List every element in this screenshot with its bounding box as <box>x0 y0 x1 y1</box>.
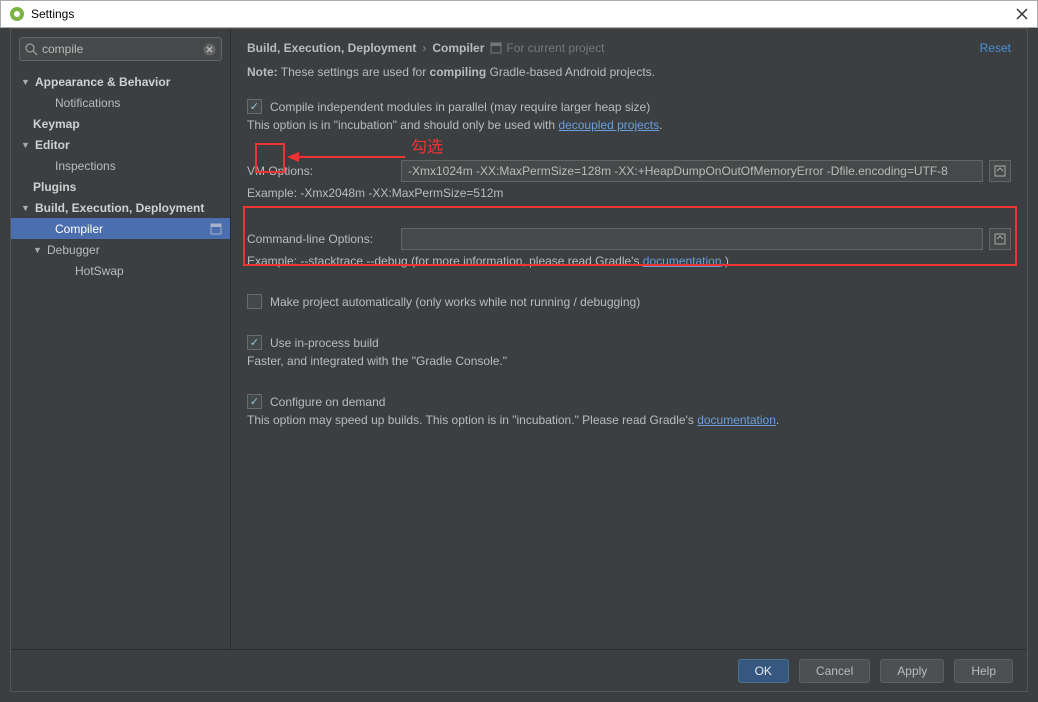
tree-item-label: Plugins <box>33 180 76 194</box>
configure-on-demand-row: Configure on demand <box>247 394 1011 409</box>
decoupled-projects-link[interactable]: decoupled projects <box>558 118 659 132</box>
cli-options-label: Command-line Options: <box>247 232 395 246</box>
help-button[interactable]: Help <box>954 659 1013 683</box>
breadcrumb-sep: › <box>422 41 426 55</box>
configure-on-demand-label: Configure on demand <box>270 395 385 409</box>
tree-item[interactable]: ▼ Appearance & Behavior <box>11 71 230 92</box>
breadcrumb-seg2: Compiler <box>432 41 484 55</box>
tree-item[interactable]: HotSwap <box>11 260 230 281</box>
footer: OK Cancel Apply Help <box>11 649 1027 691</box>
tree-item-label: Notifications <box>55 96 120 110</box>
compile-parallel-checkbox[interactable] <box>247 99 262 114</box>
chevron-down-icon: ▼ <box>33 245 43 255</box>
vm-options-input[interactable] <box>401 160 983 182</box>
tree-item[interactable]: Inspections <box>11 155 230 176</box>
breadcrumb-scope: For current project <box>490 41 604 55</box>
search-input[interactable] <box>42 42 197 56</box>
tree-item[interactable]: ▼ Build, Execution, Deployment <box>11 197 230 218</box>
reset-link[interactable]: Reset <box>980 41 1011 55</box>
app-icon <box>9 6 25 22</box>
sidebar: ▼ Appearance & Behavior Notifications Keyma… <box>11 29 231 649</box>
breadcrumb-seg1: Build, Execution, Deployment <box>247 41 416 55</box>
chevron-down-icon: ▼ <box>21 203 31 213</box>
expand-icon <box>994 233 1006 245</box>
gradle-docs-link[interactable]: documentation <box>643 254 722 268</box>
tree-item[interactable]: Keymap <box>11 113 230 134</box>
inprocess-checkbox[interactable] <box>247 335 262 350</box>
configure-on-demand-sub: This option may speed up builds. This op… <box>247 413 1011 427</box>
settings-window: ▼ Appearance & Behavior Notifications Keyma… <box>10 28 1028 692</box>
tree-item-label: Keymap <box>33 117 80 131</box>
vm-options-example: Example: -Xmx2048m -XX:MaxPermSize=512m <box>247 186 1011 200</box>
tree-item[interactable]: ▼ Debugger <box>11 239 230 260</box>
main-panel: Build, Execution, Deployment › Compiler … <box>231 29 1027 649</box>
vm-options-expand-button[interactable] <box>989 160 1011 182</box>
inprocess-label: Use in-process build <box>270 336 379 350</box>
breadcrumb: Build, Execution, Deployment › Compiler … <box>247 41 1011 55</box>
cancel-button[interactable]: Cancel <box>799 659 870 683</box>
vm-options-label: VM Options: <box>247 164 395 178</box>
tree-item-label: Build, Execution, Deployment <box>35 201 204 215</box>
titlebar: Settings <box>0 0 1038 28</box>
make-auto-row: Make project automatically (only works w… <box>247 294 1011 309</box>
tree-item[interactable]: ▼ Editor <box>11 134 230 155</box>
cli-options-expand-button[interactable] <box>989 228 1011 250</box>
tree-item[interactable]: Compiler <box>11 218 230 239</box>
make-auto-checkbox[interactable] <box>247 294 262 309</box>
tree-item-label: Editor <box>35 138 70 152</box>
tree-item-label: HotSwap <box>75 264 124 278</box>
tree-item-label: Appearance & Behavior <box>35 75 170 89</box>
vm-options-row: VM Options: <box>247 160 1011 182</box>
window-title: Settings <box>31 7 74 21</box>
inprocess-row: Use in-process build <box>247 335 1011 350</box>
compile-parallel-label: Compile independent modules in parallel … <box>270 100 650 114</box>
search-icon <box>24 42 39 57</box>
chevron-down-icon: ▼ <box>21 140 31 150</box>
tree-item-label: Debugger <box>47 243 100 257</box>
inprocess-sub: Faster, and integrated with the "Gradle … <box>247 354 1011 368</box>
compile-parallel-row: Compile independent modules in parallel … <box>247 99 1011 114</box>
apply-button[interactable]: Apply <box>880 659 944 683</box>
tree-item[interactable]: Plugins <box>11 176 230 197</box>
tree-item-label: Compiler <box>55 222 103 236</box>
tree-item-label: Inspections <box>55 159 116 173</box>
expand-icon <box>994 165 1006 177</box>
tree-item[interactable]: Notifications <box>11 92 230 113</box>
cli-options-row: Command-line Options: <box>247 228 1011 250</box>
gradle-docs-link-2[interactable]: documentation <box>697 413 776 427</box>
clear-icon[interactable] <box>202 42 217 57</box>
note-line: Note: These settings are used for compil… <box>247 65 1011 79</box>
compile-parallel-sub: This option is in "incubation" and shoul… <box>247 118 1011 132</box>
make-auto-label: Make project automatically (only works w… <box>270 295 640 309</box>
settings-tree[interactable]: ▼ Appearance & Behavior Notifications Keyma… <box>11 67 230 649</box>
search-field[interactable] <box>19 37 222 61</box>
scope-icon <box>490 42 502 54</box>
cli-options-example: Example: --stacktrace --debug (for more … <box>247 254 1011 268</box>
ok-button[interactable]: OK <box>738 659 789 683</box>
close-icon[interactable] <box>1015 7 1029 21</box>
cli-options-input[interactable] <box>401 228 983 250</box>
configure-on-demand-checkbox[interactable] <box>247 394 262 409</box>
scope-icon <box>210 223 222 235</box>
chevron-down-icon: ▼ <box>21 77 31 87</box>
